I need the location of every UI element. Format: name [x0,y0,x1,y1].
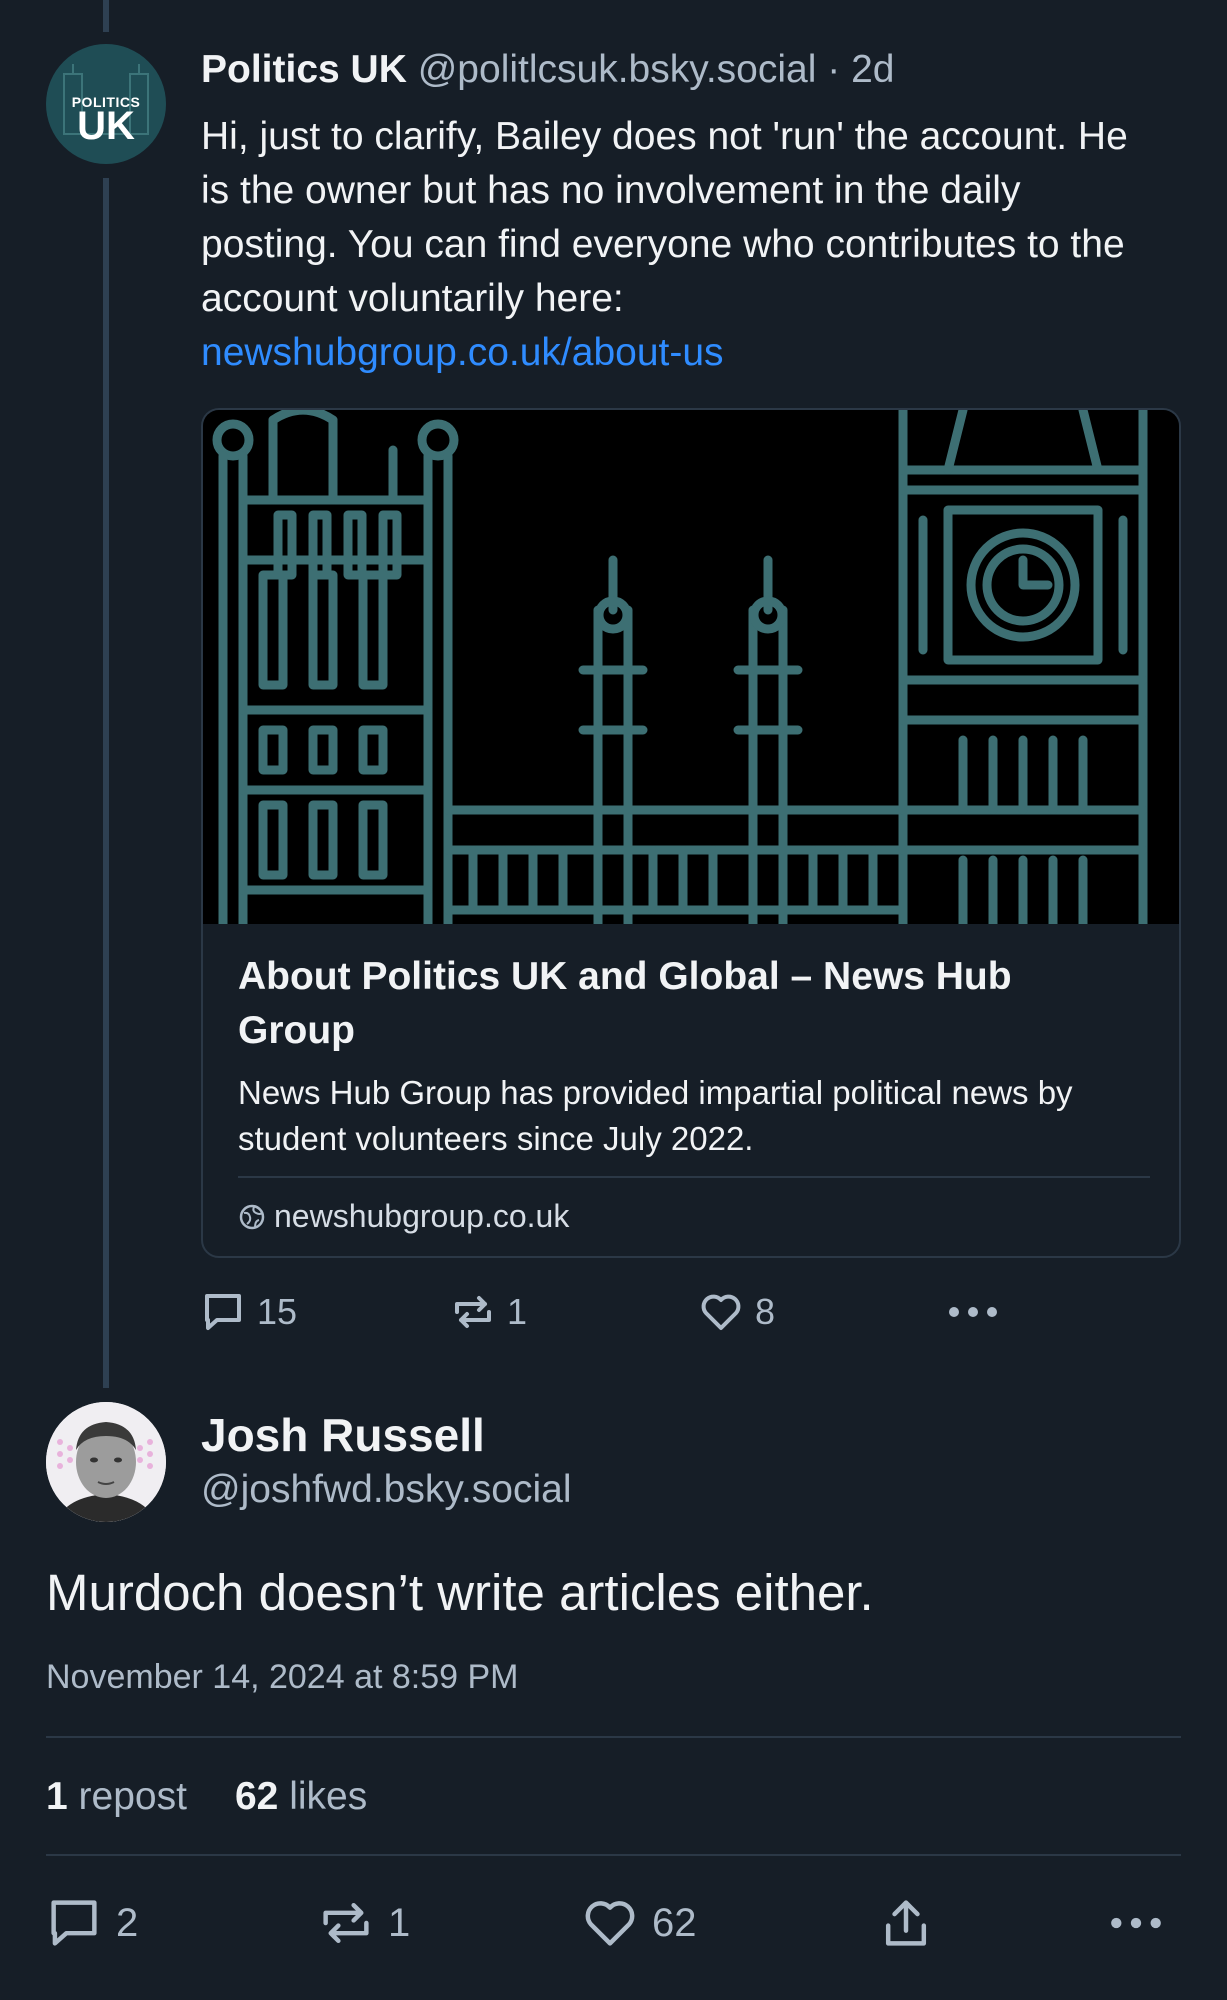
card-domain-row: newshubgroup.co.uk [238,1198,569,1235]
reply-icon [205,1294,241,1330]
focus-post-actions: 2 1 62 [46,1895,1181,1955]
card-description: News Hub Group has provided impartial po… [238,1074,1073,1157]
thread-line-top [103,0,109,32]
repost-icon [455,1296,491,1328]
reply-count: 15 [257,1291,298,1332]
post-time[interactable]: 2d [851,48,894,91]
like-button[interactable]: 62 [582,1895,697,1951]
share-icon [885,1900,927,1946]
focus-author-name[interactable]: Josh Russell [201,1408,485,1462]
author-handle[interactable]: @politlcsuk.bsky.social [418,48,817,91]
share-button[interactable] [878,1895,934,1951]
post-body: Hi, just to clarify, Bailey does not 'ru… [201,115,1128,320]
reposts-stat-count: 1 [46,1775,68,1818]
author-name[interactable]: Politics UK [201,48,407,91]
reply-icon [51,1900,97,1946]
card-title: About Politics UK and Global – News Hub … [238,955,1012,1052]
politics-uk-avatar[interactable]: POLITICS UK [46,44,166,164]
like-icon [585,1901,635,1946]
divider [46,1854,1181,1856]
repost-icon [323,1902,369,1944]
likes-stat-label: likes [289,1775,368,1818]
card-image [203,410,1179,929]
thread-view: POLITICS UK Politics UK @politlcsuk.bsky… [0,0,1227,2000]
focus-post-timestamp: November 14, 2024 at 8:59 PM [46,1658,519,1696]
engagement-stats: 1 repost 62 likes [46,1775,367,1819]
link-card[interactable]: About Politics UK and Global – News Hub … [201,408,1181,1258]
separator-dot: · [827,48,841,91]
like-count: 62 [652,1900,697,1945]
thread-line [103,178,109,1388]
repost-button[interactable]: 1 [318,1895,410,1951]
globe-icon [239,1204,265,1229]
josh-russell-avatar[interactable] [46,1402,166,1522]
more-button[interactable] [1108,1895,1164,1951]
avatar-big-text: UK [77,104,135,148]
more-icon [1111,1917,1161,1929]
card-divider [238,1176,1150,1178]
parent-post-header: Politics UK @politlcsuk.bsky.social · 2d [201,48,894,92]
avatar-photo [46,1402,166,1522]
card-domain: newshubgroup.co.uk [274,1198,570,1234]
divider [46,1736,1181,1738]
parent-post-text: Hi, just to clarify, Bailey does not 'ru… [201,110,1161,380]
westminster-illustration [212,410,1148,929]
repost-count: 1 [388,1900,411,1945]
like-count: 8 [755,1291,776,1332]
reposts-stat[interactable]: 1 repost [46,1775,187,1819]
more-icon [949,1307,997,1317]
parent-post-actions: 15 1 8 [201,1290,1041,1340]
repost-button[interactable]: 1 [451,1290,527,1334]
reply-count: 2 [116,1900,139,1945]
like-icon [701,1294,741,1330]
focus-post-text: Murdoch doesn’t write articles either. [46,1564,874,1621]
focus-author-handle[interactable]: @joshfwd.bsky.social [201,1468,572,1512]
reposts-stat-label: repost [78,1775,187,1818]
reply-button[interactable]: 2 [46,1895,138,1951]
repost-count: 1 [507,1291,528,1332]
likes-stat-count: 62 [234,1775,279,1818]
likes-stat[interactable]: 62 likes [235,1775,367,1819]
post-link[interactable]: newshubgroup.co.uk/about-us [201,326,1161,380]
more-button[interactable] [946,1290,1000,1334]
reply-button[interactable]: 15 [201,1290,297,1334]
like-button[interactable]: 8 [699,1290,775,1334]
